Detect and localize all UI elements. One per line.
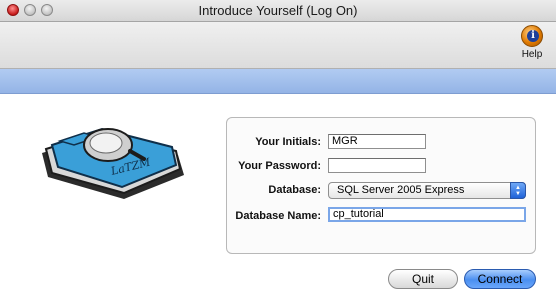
select-arrows-icon: ▲ ▼ xyxy=(510,182,526,199)
accent-bar xyxy=(0,69,556,94)
password-label: Your Password: xyxy=(238,160,321,172)
database-name-field[interactable]: cp_tutorial xyxy=(328,207,526,222)
window-title: Introduce Yourself (Log On) xyxy=(198,3,358,18)
folder-logo-icon: LaTZM xyxy=(42,127,184,199)
title-bar: Introduce Yourself (Log On) xyxy=(0,0,556,22)
database-select[interactable]: SQL Server 2005 Express ▲ ▼ xyxy=(328,182,526,199)
help-icon: i xyxy=(521,25,543,47)
initials-label: Your Initials: xyxy=(255,136,321,148)
password-field[interactable] xyxy=(328,158,426,173)
database-select-value: SQL Server 2005 Express xyxy=(337,184,465,196)
toolbar: i Help xyxy=(0,22,556,69)
connect-button[interactable]: Connect xyxy=(464,269,536,289)
login-form: Your Initials: MGR Your Password: Databa… xyxy=(226,117,536,254)
initials-field[interactable]: MGR xyxy=(328,134,426,149)
help-label: Help xyxy=(521,49,543,60)
quit-button[interactable]: Quit xyxy=(388,269,458,289)
database-name-label: Database Name: xyxy=(235,210,321,222)
database-label: Database: xyxy=(268,184,321,196)
help-button[interactable]: i Help xyxy=(514,25,550,66)
